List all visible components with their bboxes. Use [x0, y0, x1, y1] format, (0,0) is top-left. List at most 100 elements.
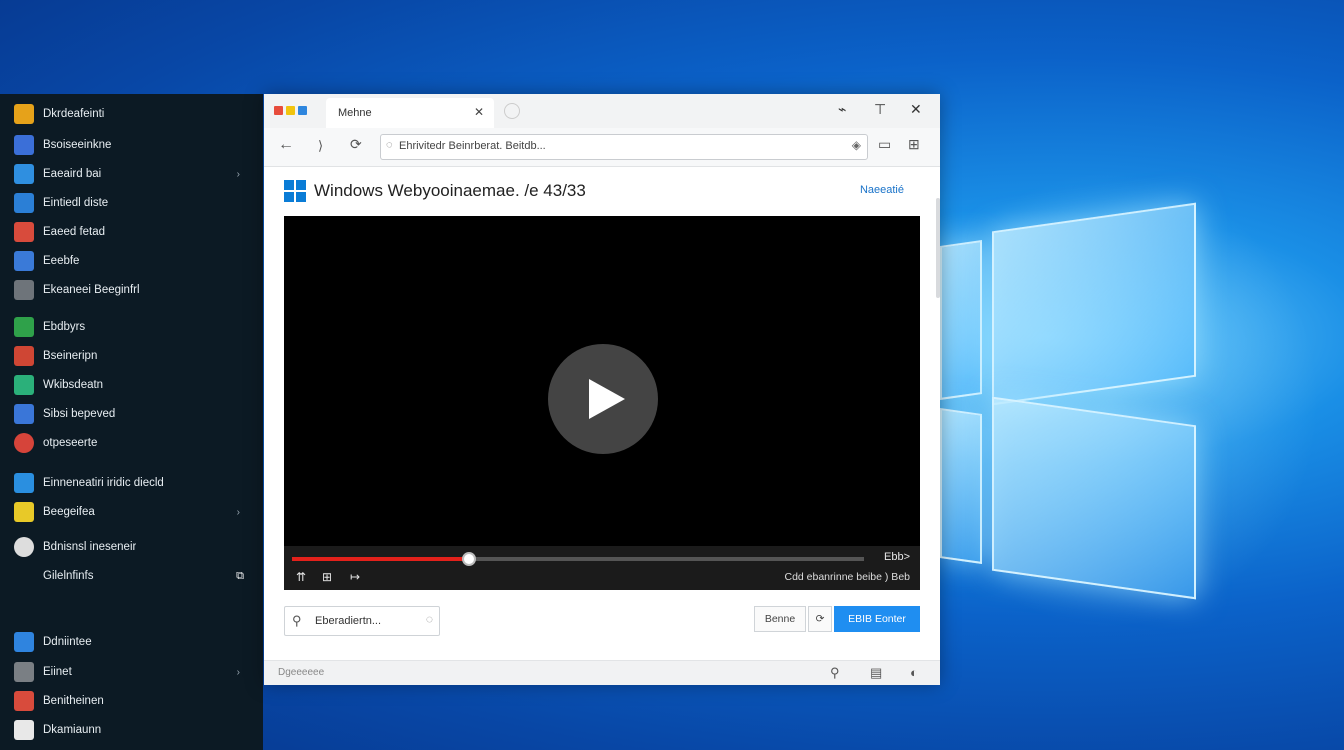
sidebar-item[interactable]: otpeseerte	[14, 431, 250, 455]
sidebar-item[interactable]: Bseineripn	[14, 344, 250, 368]
sidebar-item[interactable]: Eaeaird bai ›	[14, 162, 250, 186]
forward-button[interactable]: ⟩	[318, 138, 323, 154]
app-icon	[14, 720, 34, 740]
windows-logo-icon	[284, 180, 306, 202]
new-tab-button[interactable]	[504, 103, 520, 119]
sidebar-item[interactable]: Bdnisnsl ineseneir	[14, 535, 250, 559]
sidebar-item-label: Dkrdeafeinti	[43, 108, 105, 120]
volume-button[interactable]: ⇈	[296, 570, 306, 584]
primary-button[interactable]: EBIB Eonter	[834, 606, 920, 632]
sidebar-item-label: Bdnisnsl ineseneir	[43, 541, 137, 553]
refresh-small-button[interactable]: ⟳	[808, 606, 832, 632]
time-display: Cdd ebanrinne beibe ) Beb	[784, 571, 910, 583]
sidebar-item[interactable]: Sibsi bepeved	[14, 402, 250, 426]
page-title: Windows Webyooinaemae. /e 43/33	[314, 181, 586, 200]
search-input[interactable]: ⚲ Eberadiertn... ◌	[284, 606, 440, 636]
secondary-button[interactable]: Benne	[754, 606, 806, 632]
sidebar-item-label: Bseineripn	[43, 350, 98, 362]
sidebar-item[interactable]: Beegeifea ›	[14, 500, 250, 524]
window-status-icon[interactable]: ▤	[870, 665, 882, 681]
app-icon	[14, 346, 34, 366]
sidebar-item[interactable]: Einneneatiri iridic diecld	[14, 471, 250, 495]
app-icon	[14, 375, 34, 395]
refresh-button[interactable]: ⟳	[350, 136, 362, 153]
sidebar-item-label: Ekeaneei Beeginfrl	[43, 284, 140, 296]
search-text: Eberadiertn...	[315, 615, 382, 627]
app-icon	[14, 566, 34, 586]
sidebar-item-label: Bsoiseeinkne	[43, 139, 112, 151]
app-icon	[14, 537, 34, 557]
sidebar-item-label: Eaeaird bai	[43, 168, 102, 180]
sidebar-item[interactable]: Eintiedl diste	[14, 191, 250, 215]
app-icon	[14, 433, 34, 453]
title-bar: Mehne ✕ ⌁ ⊤ ✕	[264, 94, 940, 128]
back-button[interactable]: ←	[278, 136, 294, 154]
bookmark-icon[interactable]: ◈	[852, 138, 861, 152]
play-button[interactable]	[548, 344, 658, 454]
theme-status-icon[interactable]: ◐	[910, 665, 918, 680]
pin-button[interactable]: ⊤	[874, 101, 886, 118]
app-icon	[14, 164, 34, 184]
app-icon	[14, 317, 34, 337]
scrollbar[interactable]	[936, 198, 940, 298]
video-player[interactable]: Ebb> ⇈ ⊞ ↦ Cdd ebanrinne beibe ) Beb	[284, 216, 920, 590]
sidebar-item[interactable]: Eeebfe	[14, 249, 250, 273]
browser-tab[interactable]: Mehne ✕	[326, 98, 494, 128]
sidebar-item[interactable]: Ddniintee	[14, 630, 250, 654]
header-link[interactable]: Naeeatié	[860, 184, 904, 196]
sidebar-item[interactable]: Gilelnfinfs ⧉	[14, 564, 250, 588]
sidebar-item-label: Eaeed fetad	[43, 226, 106, 238]
fullscreen-button[interactable]: Ebb>	[884, 551, 910, 563]
sidebar-item-label: Beegeifea	[43, 506, 95, 518]
sidebar-item[interactable]: Eiinet ›	[14, 660, 250, 684]
reading-view-icon[interactable]: ▭	[878, 136, 891, 153]
address-bar[interactable]: ◌ Ehrivitedr Beinrberat. Beitdb... ◈	[380, 134, 868, 160]
video-controls: Ebb> ⇈ ⊞ ↦ Cdd ebanrinne beibe ) Beb	[284, 546, 920, 590]
navigation-bar: ← ⟩ ⟳ ◌ Ehrivitedr Beinrberat. Beitdb...…	[264, 128, 940, 167]
close-tab-icon[interactable]: ✕	[474, 105, 484, 119]
skip-button[interactable]: ↦	[350, 570, 360, 584]
app-icon	[14, 251, 34, 271]
app-icon	[14, 280, 34, 300]
site-info-icon: ◌	[386, 139, 393, 151]
close-window-button[interactable]: ✕	[910, 101, 922, 118]
app-icon	[14, 662, 34, 682]
chevron-icon: ›	[236, 666, 240, 678]
app-logo-icon	[274, 106, 307, 115]
address-text: Ehrivitedr Beinrberat. Beitdb...	[399, 140, 546, 152]
app-icon	[14, 135, 34, 155]
sidebar-item[interactable]: Bsoiseeinkne	[14, 133, 250, 157]
sidebar-item[interactable]: Ekeaneei Beeginfrl	[14, 278, 250, 302]
progress-bar[interactable]	[292, 552, 864, 566]
sidebar-item[interactable]: Dkamiaunn	[14, 718, 250, 742]
sidebar-item[interactable]: Benitheinen	[14, 689, 250, 713]
progress-handle[interactable]	[462, 552, 477, 566]
clear-icon[interactable]: ◌	[426, 612, 433, 626]
sidebar-item-label: Einneneatiri iridic diecld	[43, 477, 164, 489]
sidebar-item[interactable]: Wkibsdeatn	[14, 373, 250, 397]
minimize-button[interactable]: ⌁	[838, 101, 846, 118]
collections-icon[interactable]: ⊞	[908, 136, 920, 153]
sidebar-item[interactable]: Eaeed fetad	[14, 220, 250, 244]
sidebar-item-label: Eintiedl diste	[43, 197, 109, 209]
status-bar: Dgeeeeee ⚲ ▤ ◐	[264, 660, 940, 685]
sidebar-item-label: Benitheinen	[43, 695, 104, 707]
sidebar-item-label: Eiinet	[43, 666, 72, 678]
app-icon	[14, 502, 34, 522]
search-status-icon[interactable]: ⚲	[830, 665, 840, 681]
app-icon	[14, 473, 34, 493]
captions-button[interactable]: ⊞	[322, 570, 332, 584]
page-header: Windows Webyooinaemae. /e 43/33 Naeeatié	[284, 180, 914, 204]
app-icon	[14, 193, 34, 213]
sidebar-item[interactable]: Ebdbyrs	[14, 315, 250, 339]
windows-desktop-logo	[930, 202, 1200, 600]
play-icon	[589, 379, 625, 419]
sidebar-item[interactable]: Dkrdeafeinti	[14, 102, 250, 126]
search-icon: ⚲	[292, 613, 302, 628]
chevron-icon: ›	[236, 168, 240, 180]
tab-title: Mehne	[338, 107, 372, 119]
sidebar-item-label: Dkamiaunn	[43, 724, 102, 736]
sidebar-item-label: Ebdbyrs	[43, 321, 86, 333]
sidebar-item-label: Wkibsdeatn	[43, 379, 104, 391]
browser-window: Mehne ✕ ⌁ ⊤ ✕ ← ⟩ ⟳ ◌ Ehrivitedr Beinrbe…	[264, 94, 940, 685]
